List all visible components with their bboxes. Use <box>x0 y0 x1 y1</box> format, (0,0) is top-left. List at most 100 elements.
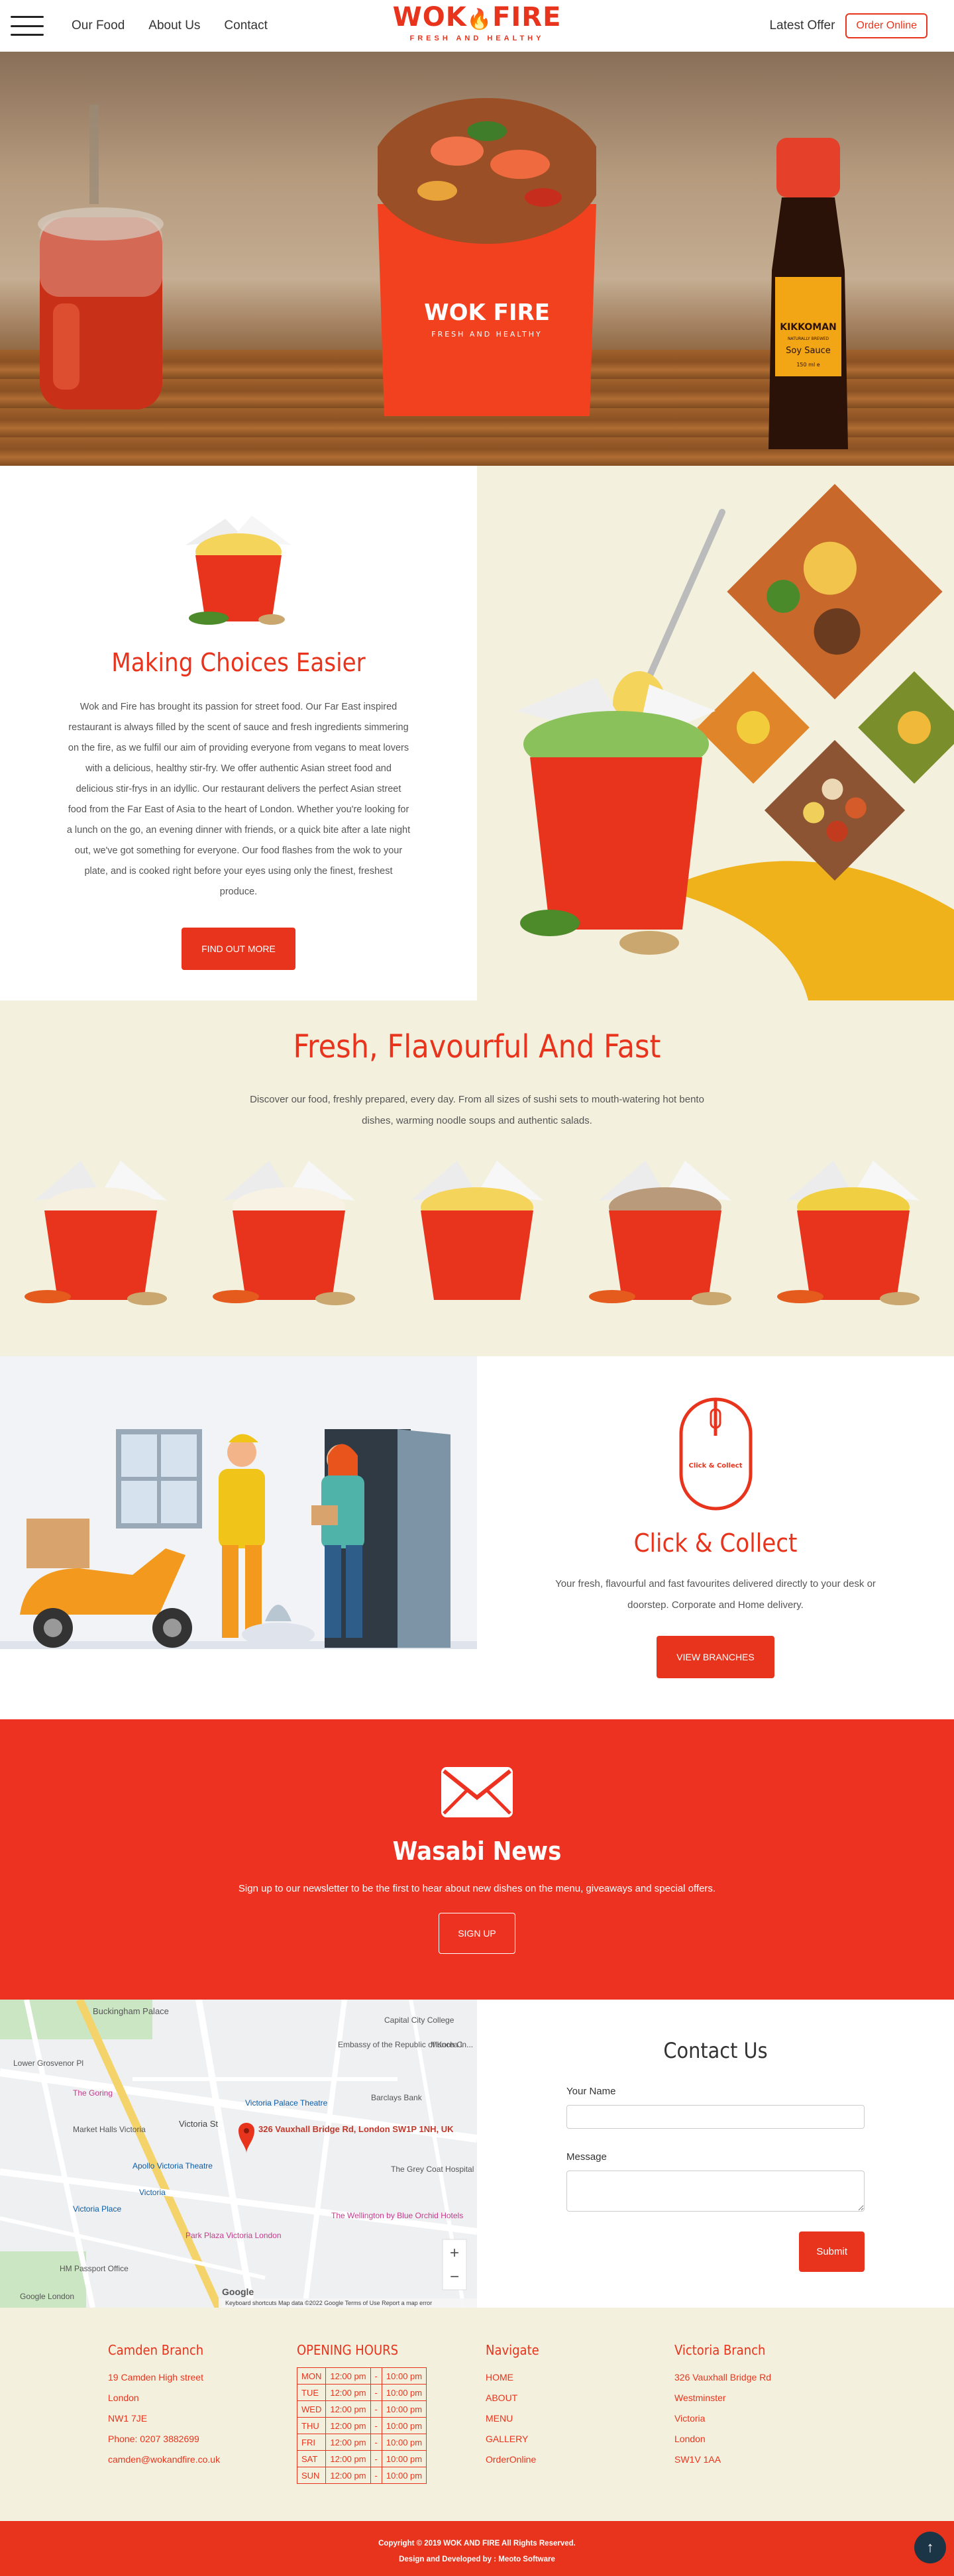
about-text: Wok and Fire has brought its passion for… <box>66 702 411 897</box>
fresh-title: Fresh, Flavourful And Fast <box>293 1028 661 1065</box>
copyright-bar: Copyright © 2019 WOK AND FIRE All Rights… <box>0 2521 954 2576</box>
hours-open: 12:00 pm <box>325 2434 371 2451</box>
table-row: FRI 12:00 pm -10:00 pm <box>296 2434 427 2451</box>
site-footer: Camden Branch 19 Camden High street Lond… <box>0 2308 954 2521</box>
developer-credit: Design and Developed by : Meoto Software <box>399 2555 555 2563</box>
submit-button[interactable]: Submit <box>799 2231 865 2272</box>
hours-sep: - <box>370 2467 382 2484</box>
table-row: THU 12:00 pm -10:00 pm <box>296 2417 427 2434</box>
name-label: Your Name <box>566 2086 616 2097</box>
noodle-box-1[interactable] <box>21 1148 180 1313</box>
site-header: Our Food About Us Contact WOK🔥FIRE FRESH… <box>0 0 954 52</box>
hours-close: 10:00 pm <box>381 2467 427 2484</box>
map-label-capital-city: Capital City College <box>384 2015 454 2025</box>
camden-phone[interactable]: Phone: 0207 3882699 <box>108 2429 297 2449</box>
mouse-icon: Click & Collect <box>679 1397 752 1511</box>
nav-our-food[interactable]: Our Food <box>72 19 125 33</box>
hours-close: 10:00 pm <box>381 2450 427 2467</box>
map-label-grosvenor: Lower Grosvenor Pl <box>13 2059 83 2068</box>
menu-icon[interactable] <box>11 16 44 36</box>
name-input[interactable] <box>566 2105 865 2129</box>
footer-link-order-online[interactable]: OrderOnline <box>486 2449 674 2470</box>
nav-contact[interactable]: Contact <box>224 19 267 33</box>
table-row: TUE 12:00 pm -10:00 pm <box>296 2384 427 2401</box>
sign-up-button[interactable]: Sign Up <box>439 1913 515 1954</box>
camden-line: London <box>108 2392 139 2403</box>
map-label-park-plaza: Park Plaza Victoria London <box>186 2231 282 2240</box>
map-label-buckingham: Buckingham Palace <box>93 2006 169 2016</box>
find-out-more-button[interactable]: Find Out More <box>182 928 295 970</box>
hours-sep: - <box>370 2400 382 2418</box>
soy-sauce-bottle-image: KIKKOMAN NATURALLY BREWED Soy Sauce 150 … <box>768 138 848 449</box>
nav-about-us[interactable]: About Us <box>148 19 200 33</box>
click-collect-section: Click & Collect Click & Collect Your fre… <box>0 1356 954 1719</box>
footer-link-home[interactable]: HOME <box>486 2367 674 2388</box>
hero-banner: WOK FIRE FRESH AND HEALTHY KIKKOMAN NATU… <box>0 52 954 466</box>
google-map[interactable]: Buckingham Palace Lower Grosvenor Pl The… <box>0 2000 477 2308</box>
map-label-grey-coat: The Grey Coat Hospital <box>391 2165 474 2174</box>
navigate-title: Navigate <box>486 2342 539 2358</box>
table-row: SUN 12:00 pm -10:00 pm <box>296 2467 427 2484</box>
box-logo-tag: FRESH AND HEALTHY <box>431 330 542 339</box>
hours-close: 10:00 pm <box>381 2400 427 2418</box>
table-row: WED 12:00 pm -10:00 pm <box>296 2400 427 2418</box>
bottle-brand: KIKKOMAN <box>780 322 837 333</box>
hours-sep: - <box>370 2384 382 2401</box>
footer-link-about[interactable]: ABOUT <box>486 2388 674 2408</box>
victoria-branch: Victoria Branch 326 Vauxhall Bridge Rd W… <box>674 2342 863 2521</box>
hours-day: THU <box>296 2417 327 2434</box>
map-zoom-out-button[interactable]: − <box>450 2268 459 2286</box>
map-canvas[interactable]: Buckingham Palace Lower Grosvenor Pl The… <box>0 2000 477 2308</box>
contact-title: Contact Us <box>663 2038 768 2063</box>
hours-close: 10:00 pm <box>381 2384 427 2401</box>
hours-open: 12:00 pm <box>325 2467 371 2484</box>
map-label-market-halls: Market Halls Victoria <box>73 2125 146 2134</box>
table-row: MON 12:00 pm -10:00 pm <box>296 2367 427 2385</box>
wok-box-image: WOK FIRE FRESH AND HEALTHY <box>378 98 596 416</box>
hours-day: FRI <box>296 2434 327 2451</box>
copyright-text: Copyright © 2019 WOK AND FIRE All Rights… <box>378 2540 576 2548</box>
victoria-line: 326 Vauxhall Bridge Rd <box>674 2372 772 2383</box>
site-logo[interactable]: WOK🔥FIRE FRESH AND HEALTHY <box>393 4 562 42</box>
map-label-apollo: Apollo Victoria Theatre <box>132 2161 213 2171</box>
noodle-box-4[interactable] <box>586 1148 745 1313</box>
camden-email[interactable]: camden@wokandfire.co.uk <box>108 2449 297 2470</box>
noodle-box-illustration <box>186 515 292 625</box>
box-logo-text: WOK FIRE <box>424 299 550 326</box>
food-collage-image <box>517 484 954 1000</box>
map-label-google-london: Google London <box>20 2292 74 2301</box>
victoria-title: Victoria Branch <box>674 2342 766 2358</box>
hours-sep: - <box>370 2450 382 2467</box>
contact-section: Buckingham Palace Lower Grosvenor Pl The… <box>0 2000 954 2308</box>
map-label-victoria: Victoria <box>139 2188 166 2197</box>
order-online-button[interactable]: Order Online <box>845 13 928 38</box>
noodle-box-3[interactable] <box>398 1148 556 1313</box>
latest-offer-link[interactable]: Latest Offer <box>769 19 835 33</box>
flame-icon: 🔥 <box>466 8 493 31</box>
view-branches-button[interactable]: View Branches <box>657 1636 774 1678</box>
footer-link-gallery[interactable]: GALLERY <box>486 2429 674 2449</box>
food-collage <box>477 466 954 1000</box>
camden-line: 19 Camden High street <box>108 2372 203 2383</box>
hours-close: 10:00 pm <box>381 2434 427 2451</box>
bottle-size: 150 ml e <box>796 362 820 368</box>
hours-table: MON 12:00 pm -10:00 pm TUE 12:00 pm -10:00 p… <box>296 2367 427 2484</box>
table-row: SAT 12:00 pm -10:00 pm <box>296 2450 427 2467</box>
footer-link-menu[interactable]: MENU <box>486 2408 674 2429</box>
hours-open: 12:00 pm <box>325 2450 371 2467</box>
map-footer-text[interactable]: Keyboard shortcuts Map data ©2022 Google… <box>225 2300 432 2306</box>
hours-sep: - <box>370 2417 382 2434</box>
opening-hours: OPENING HOURS MON 12:00 pm -10:00 pm TUE 12… <box>296 2342 486 2521</box>
arrow-up-icon[interactable]: ↑ <box>914 2532 946 2563</box>
hours-day: MON <box>296 2367 327 2385</box>
sauce-jar-image <box>38 105 164 409</box>
message-input[interactable] <box>566 2171 865 2212</box>
noodle-box-5[interactable] <box>774 1148 933 1313</box>
hours-open: 12:00 pm <box>325 2367 371 2385</box>
delivery-illustration <box>0 1356 477 1719</box>
collect-title: Click & Collect <box>633 1529 798 1558</box>
noodle-box-2[interactable] <box>209 1148 368 1313</box>
camden-branch: Camden Branch 19 Camden High street Lond… <box>108 2342 297 2521</box>
map-zoom-in-button[interactable]: + <box>450 2244 459 2262</box>
victoria-line: SW1V 1AA <box>674 2454 721 2465</box>
